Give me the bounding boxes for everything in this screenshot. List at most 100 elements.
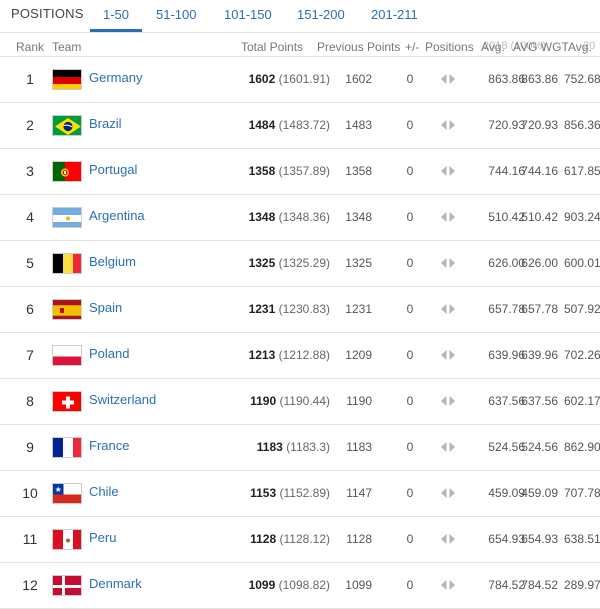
- position-unchanged-icon: [440, 393, 456, 409]
- next-column-header[interactable]: Avg.: [568, 40, 592, 54]
- table-row[interactable]: 6 Spain 1231 (1230.83) 1231 0 657.78 657.78 507…: [0, 287, 600, 333]
- previous-points: 1483: [345, 118, 372, 132]
- total-points-precise: (1348.36): [278, 210, 330, 224]
- avg-wgt-value: 510.42: [521, 210, 558, 224]
- previous-points: 1358: [345, 164, 372, 178]
- rank-value: 10: [22, 485, 38, 501]
- team-header[interactable]: Team: [52, 40, 81, 54]
- rank-value: 5: [26, 255, 34, 271]
- total-points-precise: (1190.44): [279, 394, 330, 408]
- argentina-flag-icon: [52, 207, 82, 228]
- total-points: 1358 (1357.89): [230, 164, 330, 178]
- table-row[interactable]: 1 Germany 1602 (1601.91) 1602 0 863.86 863.86 7…: [0, 56, 600, 103]
- team-link[interactable]: Portugal: [89, 162, 137, 177]
- previous-points: 1183: [346, 440, 372, 454]
- table-row[interactable]: 3 Portugal 1358 (1357.89) 1358 0 744.16 744.16…: [0, 149, 600, 195]
- avg-wgt-value: 720.93: [521, 118, 558, 132]
- team-link[interactable]: Peru: [89, 530, 116, 545]
- brazil-flag-icon: [52, 115, 82, 136]
- position-unchanged-icon: [440, 531, 456, 547]
- points-change: 0: [406, 440, 414, 454]
- total-points-rounded: 1484: [248, 118, 276, 132]
- previous-points: 1128: [346, 532, 372, 546]
- total-points: 1190 (1190.44): [230, 394, 330, 408]
- peru-flag-icon: [52, 529, 82, 550]
- tab-51-100[interactable]: 51-100: [156, 7, 196, 22]
- position-unchanged-icon: [440, 577, 456, 593]
- denmark-flag-icon: [52, 575, 82, 596]
- total-points-precise: (1183.3): [286, 440, 330, 454]
- position-unchanged-icon: [440, 163, 456, 179]
- total-points-header[interactable]: Total Points: [241, 40, 303, 54]
- team-link[interactable]: Denmark: [89, 576, 142, 591]
- previous-points: 1147: [346, 486, 372, 500]
- total-points-precise: (1325.29): [278, 256, 330, 270]
- next-column-value: 507.92: [564, 302, 600, 316]
- table-row[interactable]: 4 Argentina 1348 (1348.36) 1348 0 510.42 510.4…: [0, 195, 600, 241]
- spain-flag-icon: [52, 299, 82, 320]
- next-column-value: 638.51: [564, 532, 600, 546]
- total-points-rounded: 1358: [248, 164, 276, 178]
- next-column-value: 752.68: [564, 72, 600, 86]
- avg-wgt-value: 637.56: [521, 394, 558, 408]
- team-link[interactable]: Poland: [89, 346, 129, 361]
- tab-101-150[interactable]: 101-150: [224, 7, 272, 22]
- total-points-rounded: 1348: [248, 210, 276, 224]
- table-row[interactable]: 5 Belgium 1325 (1325.29) 1325 0 626.00 626.00 6…: [0, 241, 600, 287]
- previous-points: 1190: [346, 394, 372, 408]
- table-row[interactable]: 2 Brazil 1484 (1483.72) 1483 0 720.93 720.93 85…: [0, 103, 600, 149]
- points-change: 0: [406, 72, 414, 86]
- previous-points-header[interactable]: Previous Points: [317, 40, 400, 54]
- tab-1-50[interactable]: 1-50: [89, 7, 143, 32]
- next-column-value: 602.17: [564, 394, 600, 408]
- total-points: 1153 (1152.89): [230, 486, 330, 500]
- rank-value: 9: [26, 439, 34, 455]
- avg-header[interactable]: Avg.: [481, 40, 505, 54]
- poland-flag-icon: [52, 345, 82, 366]
- total-points: 1128 (1128.12): [230, 532, 330, 546]
- position-unchanged-icon: [440, 439, 456, 455]
- positions-header[interactable]: Positions: [425, 40, 474, 54]
- total-points-precise: (1212.88): [278, 348, 330, 362]
- tab-151-200[interactable]: 151-200: [297, 7, 345, 22]
- team-link[interactable]: Switzerland: [89, 392, 156, 407]
- total-points-rounded: 1213: [248, 348, 276, 362]
- total-points: 1213 (1212.88): [230, 348, 330, 362]
- table-row[interactable]: 10 Chile 1153 (1152.89) 1147 0 459.09 459.09 70…: [0, 471, 600, 517]
- total-points: 1348 (1348.36): [230, 210, 330, 224]
- team-link[interactable]: Chile: [89, 484, 119, 499]
- team-link[interactable]: Argentina: [89, 208, 145, 223]
- points-change: 0: [406, 394, 414, 408]
- previous-points: 1602: [345, 72, 372, 86]
- table-row[interactable]: 7 Poland 1213 (1212.88) 1209 0 639.96 639.96 70…: [0, 333, 600, 379]
- team-link[interactable]: Belgium: [89, 254, 136, 269]
- next-column-value: 600.01: [564, 256, 600, 270]
- chile-flag-icon: [52, 483, 82, 504]
- total-points: 1602 (1601.91): [230, 72, 330, 86]
- position-unchanged-icon: [440, 209, 456, 225]
- positions-tab-bar: POSITIONS 1-50 51-100 101-150 151-200 20…: [0, 0, 600, 33]
- table-row[interactable]: 12 Denmark 1099 (1098.82) 1099 0 784.52 784.52…: [0, 563, 600, 609]
- team-link[interactable]: Brazil: [89, 116, 122, 131]
- team-link[interactable]: France: [89, 438, 129, 453]
- rank-value: 12: [22, 577, 38, 593]
- total-points: 1183 (1183.3): [230, 440, 330, 454]
- team-link[interactable]: Germany: [89, 70, 142, 85]
- tab-201-211[interactable]: 201-211: [371, 7, 418, 22]
- table-row[interactable]: 11 Peru 1128 (1128.12) 1128 0 654.93 654.93 638…: [0, 517, 600, 563]
- team-link[interactable]: Spain: [89, 300, 122, 315]
- rank-header[interactable]: Rank: [16, 40, 44, 54]
- table-row[interactable]: 8 Switzerland 1190 (1190.44) 1190 0 637.56 637…: [0, 379, 600, 425]
- change-header[interactable]: +/-: [405, 40, 419, 54]
- next-column-value: 702.26: [564, 348, 600, 362]
- france-flag-icon: [52, 437, 82, 458]
- table-row[interactable]: 9 France 1183 (1183.3) 1183 0 524.56 524.56 862…: [0, 425, 600, 471]
- next-column-value: 707.78: [564, 486, 600, 500]
- points-change: 0: [406, 532, 414, 546]
- total-points-precise: (1601.91): [278, 72, 330, 86]
- total-points-rounded: 1325: [248, 256, 276, 270]
- next-column-value: 862.90: [564, 440, 600, 454]
- avg-wgt-value: 657.78: [521, 302, 558, 316]
- avg-wgt-header[interactable]: AVG WGT: [513, 40, 569, 54]
- rank-value: 2: [26, 117, 34, 133]
